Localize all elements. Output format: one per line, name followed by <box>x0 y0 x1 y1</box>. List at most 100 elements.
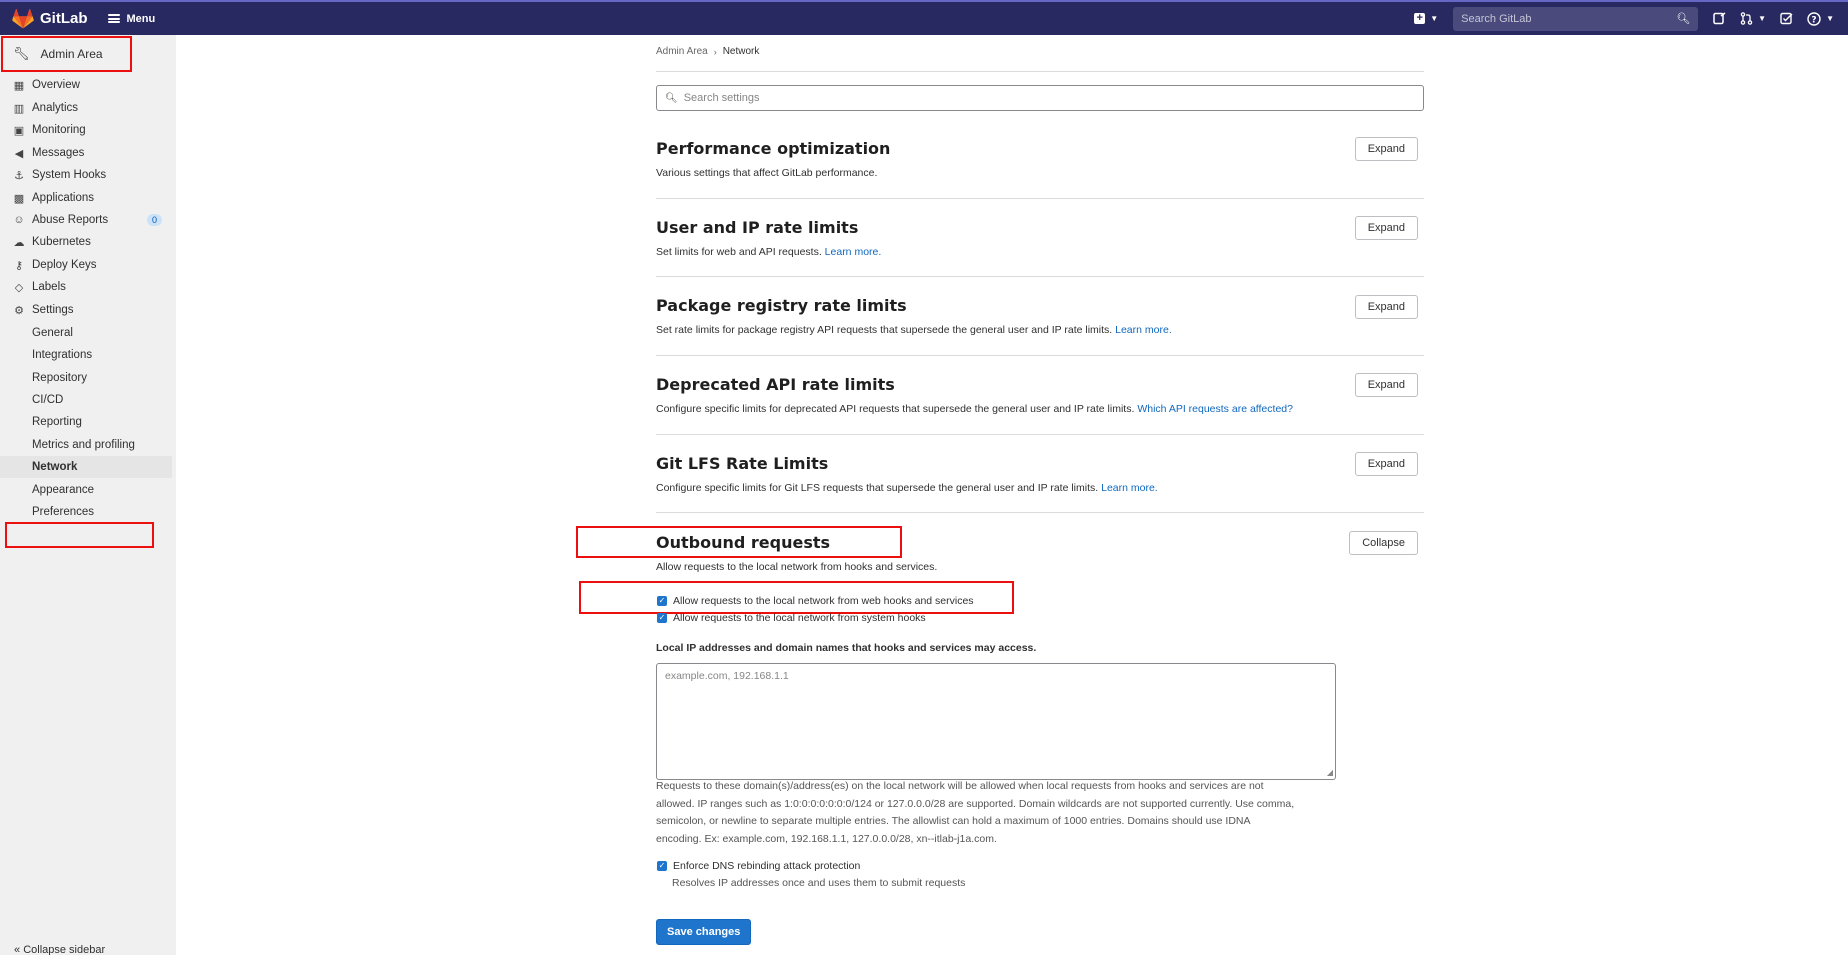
sidebar-subitem-metrics-and-profiling[interactable]: Metrics and profiling <box>0 434 176 456</box>
learn-more-link[interactable]: Learn more. <box>825 246 882 258</box>
learn-more-link[interactable]: Learn more. <box>1101 482 1158 494</box>
section-package-registry-rate-limits: Package registry rate limits Set rate li… <box>656 295 1424 336</box>
allowlist-textarea[interactable]: example.com, 192.168.1.1 ◢ <box>656 663 1336 780</box>
sidebar-subitem-reporting[interactable]: Reporting <box>0 411 176 433</box>
sidebar-item-overview[interactable]: ▦ Overview <box>0 74 176 96</box>
chevron-down-icon: ▼ <box>1758 14 1767 23</box>
breadcrumb-network[interactable]: Network <box>723 46 760 57</box>
expand-button[interactable]: Expand <box>1354 137 1418 161</box>
sidebar-item-label: Analytics <box>32 102 79 114</box>
chevron-right-icon: › <box>713 46 717 57</box>
which-api-requests-link[interactable]: Which API requests are affected? <box>1137 403 1293 415</box>
breadcrumb-admin-area[interactable]: Admin Area <box>656 46 708 57</box>
sidebar-subitem-preferences[interactable]: Preferences <box>0 501 176 523</box>
expand-button[interactable]: Expand <box>1354 373 1418 397</box>
search-icon: 🔍︎ <box>665 92 678 104</box>
checkbox-label: Allow requests to the local network from… <box>673 595 974 607</box>
key-icon: ⚷ <box>14 259 24 272</box>
section-git-lfs-rate-limits: Git LFS Rate Limits Configure specific l… <box>656 452 1424 494</box>
sidebar-item-settings[interactable]: ⚙ Settings <box>0 299 176 321</box>
section-description: Set limits for web and API requests. Lea… <box>656 246 882 258</box>
sidebar-subitem-integrations[interactable]: Integrations <box>0 344 176 366</box>
sidebar-item-monitoring[interactable]: ▣ Monitoring <box>0 119 176 141</box>
resize-handle-icon[interactable]: ◢ <box>1327 768 1333 777</box>
sidebar-subitem-ci-cd[interactable]: CI/CD <box>0 389 176 411</box>
sidebar-subitem-appearance[interactable]: Appearance <box>0 479 176 501</box>
dns-help-text: Resolves IP addresses once and uses them… <box>672 877 966 889</box>
menu-button[interactable]: Menu <box>107 12 156 25</box>
checkbox-checked-icon[interactable]: ✓ <box>657 861 667 871</box>
section-description: Allow requests to the local network from… <box>656 561 938 573</box>
help-icon[interactable]: ? ▼ <box>1807 7 1834 31</box>
sidebar-item-label: Abuse Reports <box>32 214 109 226</box>
learn-more-link[interactable]: Learn more. <box>1115 324 1172 336</box>
sidebar-item-analytics[interactable]: ▥ Analytics <box>0 97 176 119</box>
section-title: Deprecated API rate limits <box>656 375 895 394</box>
section-deprecated-api-rate-limits: Deprecated API rate limits Configure spe… <box>656 373 1424 415</box>
expand-button[interactable]: Expand <box>1354 452 1418 476</box>
checkbox-allow-system-hooks[interactable]: ✓ Allow requests to the local network fr… <box>656 612 926 624</box>
expand-button[interactable]: Expand <box>1354 295 1418 319</box>
allowlist-help-text: Requests to these domain(s)/address(es) … <box>656 778 1336 848</box>
checkbox-allow-web-hooks[interactable]: ✓ Allow requests to the local network fr… <box>656 595 974 607</box>
collapse-button[interactable]: Collapse <box>1349 531 1418 555</box>
highlight-box <box>5 522 154 548</box>
gitlab-logo[interactable]: GitLab <box>12 8 88 29</box>
sidebar-item-label: Kubernetes <box>32 236 91 248</box>
merge-request-icon[interactable]: ▼ <box>1740 7 1766 31</box>
section-outbound-requests: Outbound requests Allow requests to the … <box>656 531 1424 573</box>
sidebar-item-label: Monitoring <box>32 124 86 136</box>
issues-icon[interactable] <box>1713 7 1726 31</box>
double-chevron-left-icon: « <box>14 944 21 955</box>
settings-icon: ⚙ <box>14 304 24 317</box>
search-placeholder: Search GitLab <box>1461 12 1532 25</box>
sidebar-item-system-hooks[interactable]: ⚓ System Hooks <box>0 164 176 186</box>
hooks-icon: ⚓ <box>14 169 24 182</box>
chevron-down-icon: ▼ <box>1826 14 1834 23</box>
search-gitlab-input[interactable]: Search GitLab 🔍︎ <box>1453 6 1699 31</box>
sidebar-item-labels[interactable]: ◇ Labels <box>0 276 176 298</box>
search-settings-input[interactable]: 🔍︎ Search settings <box>656 85 1424 111</box>
section-user-ip-rate-limits: User and IP rate limits Set limits for w… <box>656 216 1424 258</box>
checkbox-dns-rebinding[interactable]: ✓ Enforce DNS rebinding attack protectio… <box>656 860 860 872</box>
todo-icon[interactable] <box>1780 7 1793 31</box>
expand-button[interactable]: Expand <box>1354 216 1418 240</box>
sidebar-item-deploy-keys[interactable]: ⚷ Deploy Keys <box>0 254 176 276</box>
divider <box>656 512 1424 513</box>
section-title: Performance optimization <box>656 139 891 158</box>
svg-text:?: ? <box>1811 15 1816 25</box>
sidebar-item-abuse-reports[interactable]: ☺ Abuse Reports 0 <box>0 209 176 231</box>
sidebar-item-applications[interactable]: ▩ Applications <box>0 187 176 209</box>
sidebar-item-label: Applications <box>32 192 95 204</box>
new-dropdown-button[interactable]: + ▼ <box>1414 7 1438 31</box>
save-changes-button[interactable]: Save changes <box>656 919 752 945</box>
search-settings-placeholder: Search settings <box>683 92 760 104</box>
analytics-icon: ▥ <box>13 102 25 115</box>
checkbox-checked-icon[interactable]: ✓ <box>657 613 667 623</box>
sidebar-item-label: Overview <box>32 79 80 91</box>
breadcrumb: Admin Area › Network <box>656 46 759 57</box>
menu-label: Menu <box>126 12 156 25</box>
help-line: Requests to these domain(s)/address(es) … <box>656 780 1264 792</box>
collapse-sidebar-button[interactable]: « Collapse sidebar <box>14 944 105 955</box>
highlight-box <box>1 36 132 72</box>
divider <box>656 355 1424 356</box>
sidebar-subitem-general[interactable]: General <box>0 322 176 344</box>
brand-name: GitLab <box>40 10 88 27</box>
monitoring-icon: ▣ <box>13 124 25 137</box>
section-title: Package registry rate limits <box>656 296 907 315</box>
checkbox-checked-icon[interactable]: ✓ <box>657 596 667 606</box>
sidebar-subitem-network[interactable]: Network <box>0 456 172 478</box>
divider <box>656 198 1424 199</box>
applications-icon: ▩ <box>13 192 25 205</box>
top-navbar: GitLab Menu + ▼ Search GitLab 🔍︎ ▼ ? ▼ <box>0 0 1848 35</box>
plus-icon: + <box>1414 13 1426 24</box>
kubernetes-icon: ☁ <box>13 236 25 249</box>
section-title: User and IP rate limits <box>656 218 859 237</box>
section-description: Set rate limits for package registry API… <box>656 324 1172 336</box>
checkbox-label: Enforce DNS rebinding attack protection <box>673 860 861 872</box>
sidebar-item-messages[interactable]: ◀ Messages <box>0 142 176 164</box>
allowlist-placeholder: example.com, 192.168.1.1 <box>665 670 789 682</box>
sidebar-item-kubernetes[interactable]: ☁ Kubernetes <box>0 231 176 253</box>
sidebar-subitem-repository[interactable]: Repository <box>0 367 176 389</box>
